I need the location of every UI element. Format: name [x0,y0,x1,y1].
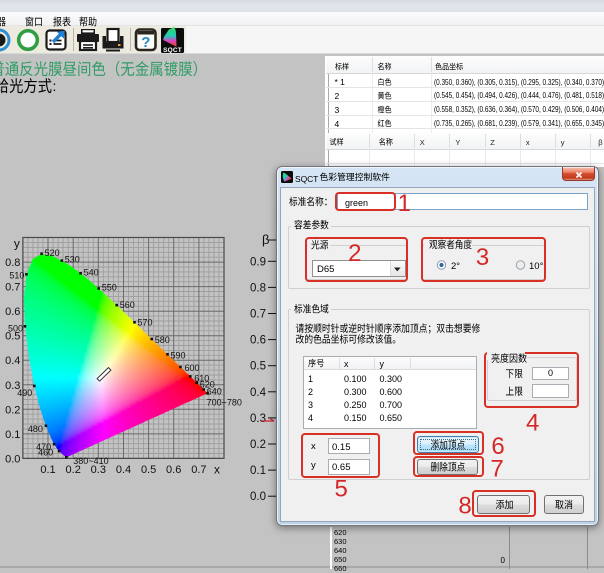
svg-text:1: 1 [398,190,411,217]
svg-text:2: 2 [348,240,361,267]
svg-text:3: 3 [476,244,489,271]
svg-text:7: 7 [490,456,503,483]
svg-text:4: 4 [526,409,539,436]
svg-text:5: 5 [335,476,348,503]
svg-text:8: 8 [458,493,471,520]
